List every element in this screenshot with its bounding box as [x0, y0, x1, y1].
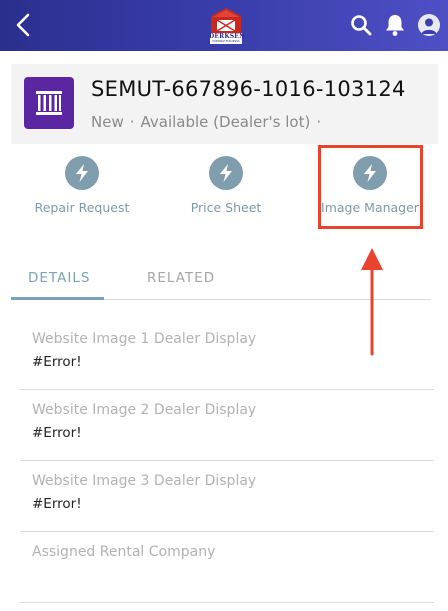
field-value: #Error! — [32, 496, 82, 512]
price-sheet-label: Price Sheet — [190, 200, 262, 215]
search-button[interactable] — [350, 14, 372, 36]
price-sheet-action[interactable]: Price Sheet — [156, 156, 296, 215]
field-website-image-3: Website Image 3 Dealer Display #Error! — [20, 460, 434, 532]
tab-details[interactable]: DETAILS — [28, 270, 90, 286]
lightning-bolt-icon — [76, 164, 88, 182]
field-website-image-1: Website Image 1 Dealer Display #Error! — [20, 318, 434, 390]
field-label: Website Image 3 Dealer Display — [32, 473, 257, 489]
record-availability: Available (Dealer's lot) — [140, 113, 311, 131]
notifications-button[interactable] — [384, 13, 406, 37]
back-button[interactable] — [10, 11, 36, 39]
subtitle-separator-trailing: · — [316, 113, 322, 131]
search-icon — [351, 15, 372, 36]
lightning-bolt-icon — [220, 164, 232, 182]
brand-logo: DERKSEN PORTABLE BUILDINGS — [209, 7, 245, 45]
action-icon-circle — [209, 156, 243, 190]
user-avatar-icon — [421, 18, 437, 34]
field-label: Website Image 1 Dealer Display — [32, 331, 257, 347]
active-tab-indicator — [11, 297, 104, 300]
repair-request-label: Repair Request — [34, 200, 130, 215]
user-avatar-button[interactable] — [418, 14, 440, 36]
tab-related[interactable]: RELATED — [147, 270, 215, 286]
bell-icon — [386, 15, 404, 36]
subtitle-separator: · — [129, 113, 135, 131]
field-value: #Error! — [32, 425, 82, 441]
brand-tagline: PORTABLE BUILDINGS — [212, 40, 240, 43]
repair-request-action[interactable]: Repair Request — [12, 156, 152, 215]
annotation-highlight-box — [318, 145, 423, 229]
field-value: #Error! — [32, 354, 82, 370]
chevron-left-icon — [16, 13, 30, 37]
record-header: SEMUT-667896-1016-103124 New · Available (… — [11, 64, 438, 144]
top-navigation-bar: DERKSEN PORTABLE BUILDINGS — [0, 0, 448, 51]
field-website-image-2: Website Image 2 Dealer Display #Error! — [20, 389, 434, 461]
action-icon-circle — [65, 156, 99, 190]
record-detail-screen: DERKSEN PORTABLE BUILDINGS SEMUT-667896-… — [0, 0, 448, 611]
building-record-icon — [36, 91, 62, 115]
record-status: New — [91, 113, 124, 131]
brand-name: DERKSEN — [209, 33, 245, 40]
field-label: Website Image 2 Dealer Display — [32, 402, 257, 418]
field-label: Assigned Rental Company — [32, 544, 216, 560]
record-subtitle: New · Available (Dealer's lot) · — [91, 113, 327, 131]
field-assigned-rental-company: Assigned Rental Company — [20, 531, 434, 603]
record-type-badge — [24, 77, 74, 129]
record-title: SEMUT-667896-1016-103124 — [91, 77, 406, 101]
